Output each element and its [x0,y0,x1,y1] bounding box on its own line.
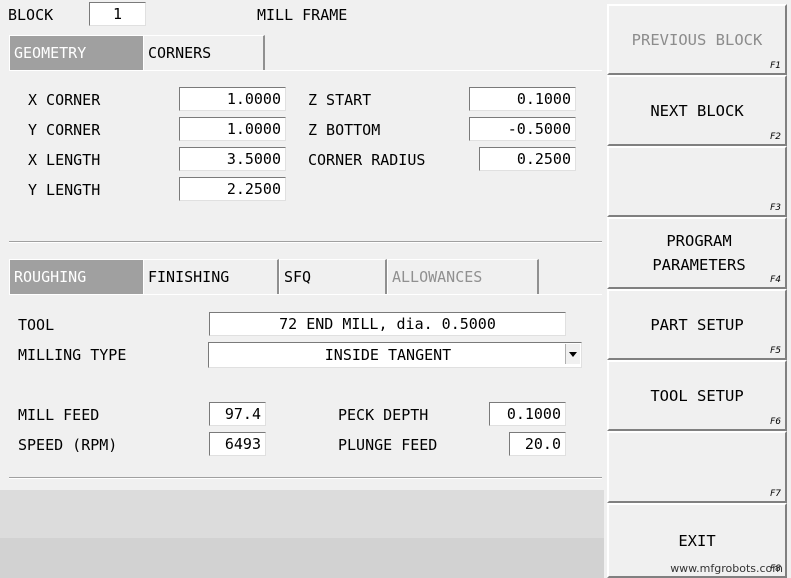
previous-block-button[interactable]: PREVIOUS BLOCK F1 [607,4,787,75]
block-number-field[interactable]: 1 [89,2,146,26]
tool-setup-button[interactable]: TOOL SETUP F6 [607,360,787,431]
f3-button[interactable]: F3 [607,146,787,217]
milling-type-value: INSIDE TANGENT [324,346,452,364]
z-start-field[interactable]: 0.1000 [469,87,576,111]
z-bottom-label: Z BOTTOM [308,121,381,139]
section-divider [9,241,602,243]
tab-finishing[interactable]: FINISHING [143,259,279,295]
f7-button[interactable]: F7 [607,431,787,503]
z-bottom-field[interactable]: -0.5000 [469,117,576,141]
x-corner-label: X CORNER [28,91,101,109]
bottom-divider [9,477,602,479]
y-length-label: Y LENGTH [28,181,101,199]
peck-depth-field[interactable]: 0.1000 [489,402,566,426]
tool-field[interactable]: 72 END MILL, dia. 0.5000 [209,312,566,336]
program-parameters-button[interactable]: PROGRAM PARAMETERS F4 [607,217,787,289]
page-title: MILL FRAME [257,6,348,24]
milling-type-select[interactable]: INSIDE TANGENT [208,342,582,368]
y-corner-label: Y CORNER [28,121,101,139]
tab-roughing[interactable]: ROUGHING [9,259,143,295]
speed-rpm-label: SPEED (RPM) [18,436,118,454]
tool-label: TOOL [18,316,55,334]
x-corner-field[interactable]: 1.0000 [179,87,286,111]
x-length-field[interactable]: 3.5000 [179,147,286,171]
milling-type-label: MILLING TYPE [18,346,127,364]
peck-depth-label: PECK DEPTH [338,406,429,424]
z-start-label: Z START [308,91,372,109]
watermark: www.mfgrobots.com [670,562,783,575]
chevron-down-icon[interactable] [565,344,580,364]
tab-sfq[interactable]: SFQ [279,259,387,295]
status-bar [0,538,604,578]
part-setup-button[interactable]: PART SETUP F5 [607,289,787,360]
next-block-button[interactable]: NEXT BLOCK F2 [607,75,787,146]
corner-radius-field[interactable]: 0.2500 [479,147,576,171]
speed-rpm-field[interactable]: 6493 [209,432,266,456]
plunge-feed-field[interactable]: 20.0 [509,432,566,456]
geometry-panel-top-edge [9,70,602,71]
y-length-field[interactable]: 2.2500 [179,177,286,201]
tab-geometry[interactable]: GEOMETRY [9,35,143,71]
corner-radius-label: CORNER RADIUS [308,151,426,169]
tab-corners[interactable]: CORNERS [143,35,265,71]
x-length-label: X LENGTH [28,151,101,169]
y-corner-field[interactable]: 1.0000 [179,117,286,141]
mill-feed-field[interactable]: 97.4 [209,402,266,426]
mill-feed-label: MILL FEED [18,406,100,424]
plunge-feed-label: PLUNGE FEED [338,436,438,454]
block-label: BLOCK [8,6,54,24]
tab-allowances[interactable]: ALLOWANCES [387,259,539,295]
roughing-panel-top-edge [9,294,602,295]
